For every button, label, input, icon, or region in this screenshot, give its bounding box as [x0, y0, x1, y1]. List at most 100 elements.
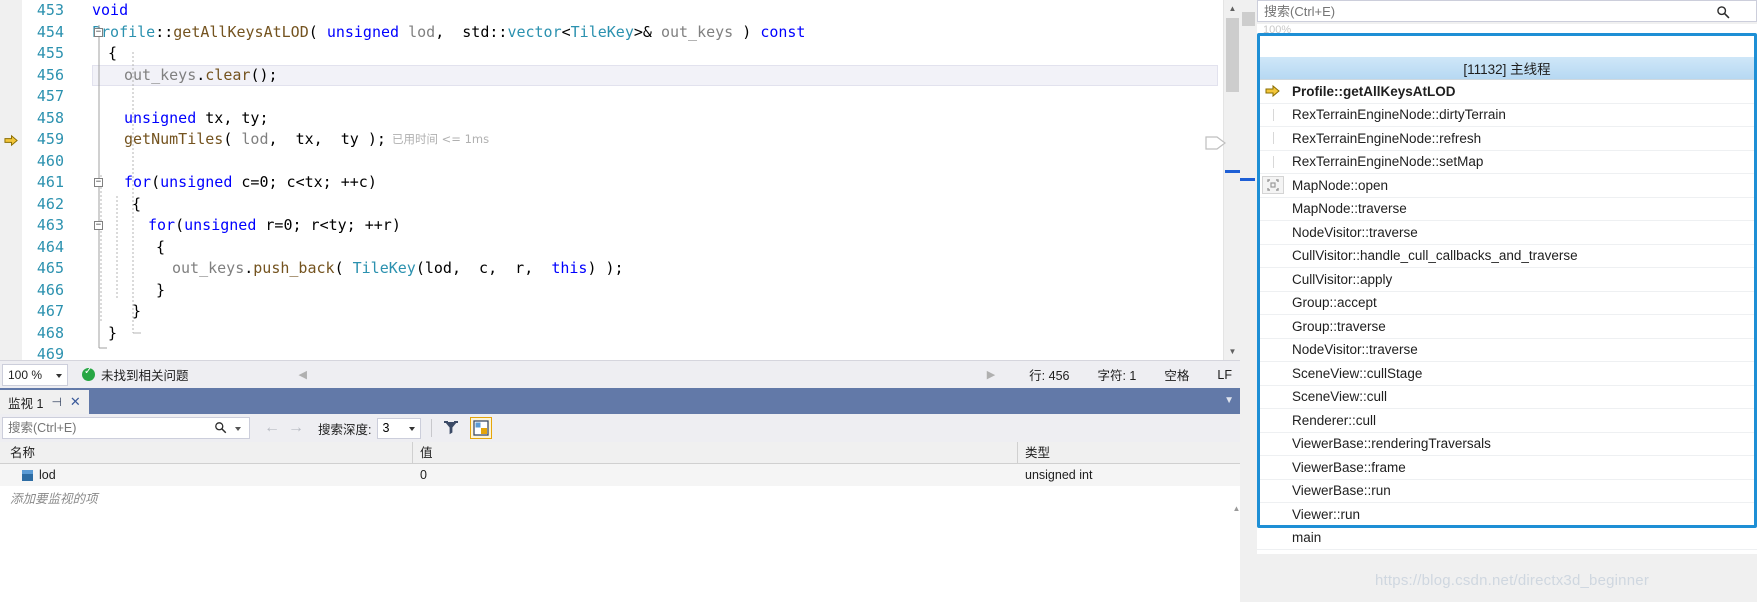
code-line[interactable]: 461 for(unsigned c=0; c<tx; ++c) [0, 172, 1240, 194]
frame-gutter-spacer [1273, 438, 1274, 450]
code-line[interactable]: 469 [0, 344, 1240, 360]
code-line[interactable]: 467} [0, 301, 1240, 323]
fold-toggle-461[interactable]: − [94, 178, 103, 187]
scroll-up-arrow-icon[interactable]: ▲ [1224, 0, 1240, 17]
code-editor-pane[interactable]: 453 void 454 Profile::getAllKeysAtLOD( unsi… [0, 0, 1240, 360]
frame-expand-icon[interactable] [1262, 176, 1284, 195]
chevron-down-icon[interactable] [235, 427, 241, 431]
callstack-frame[interactable]: CullVisitor::handle_cull_callbacks_and_t… [1257, 245, 1757, 268]
code-line[interactable]: 462 { [0, 194, 1240, 216]
callstack-frame[interactable]: RexTerrainEngineNode::refresh [1257, 127, 1757, 151]
callstack-outer-scrollbar[interactable] [1240, 0, 1257, 602]
callstack-frame[interactable]: CullVisitor::apply [1257, 268, 1757, 292]
column-header-value[interactable]: 值 [413, 441, 1018, 464]
code-line[interactable]: 454 Profile::getAllKeysAtLOD( unsigned lo… [0, 22, 1240, 44]
frame-tick-icon [1272, 155, 1274, 168]
fold-toggle-463[interactable]: − [94, 221, 103, 230]
callstack-frame[interactable]: NodeVisitor::traverse [1257, 339, 1757, 362]
callstack-frame[interactable]: Viewer::run [1257, 503, 1757, 527]
callstack-frame[interactable]: MapNode::open [1257, 174, 1757, 198]
watch-search-box[interactable] [2, 417, 250, 439]
callstack-frame[interactable]: ViewerBase::renderingTraversals [1257, 433, 1757, 456]
code-line[interactable]: 458 unsigned tx, ty; [0, 108, 1240, 130]
line-number: 456 [36, 65, 64, 84]
frame-gutter-spacer [1273, 250, 1274, 262]
watch-tab-label: 监视 1 [8, 396, 44, 411]
callstack-frame[interactable]: ViewerBase::frame [1257, 456, 1757, 480]
triangle-left-icon[interactable]: ◀ [299, 368, 307, 381]
watch-type-cell: unsigned int [1025, 468, 1093, 482]
editor-scroll-thumb[interactable] [1226, 18, 1239, 92]
pin-icon[interactable]: ⊣ [51, 395, 61, 409]
code-line[interactable]: 459 getNumTiles( lod, tx, ty ); 已用时间 <= 1m… [0, 129, 1240, 151]
callstack-frame[interactable]: ViewerBase::run [1257, 480, 1757, 503]
frame-label: Group::accept [1292, 295, 1377, 311]
code-line[interactable]: 468} [0, 323, 1240, 345]
table-row[interactable]: lod 0 unsigned int [0, 464, 1240, 486]
watch-titlebar: 监视 1 ⊣ ✕ ▼ [0, 388, 1240, 414]
tab-watch-1[interactable]: 监视 1 ⊣ ✕ [0, 390, 89, 414]
scroll-down-arrow-icon[interactable]: ▼ [1224, 343, 1240, 360]
frame-label: Renderer::cull [1292, 412, 1377, 428]
frame-gutter [1257, 150, 1289, 174]
callstack-scroll-thumb[interactable] [1242, 12, 1255, 26]
fold-toggle-454[interactable]: − [94, 28, 103, 37]
code-line[interactable]: 456 out_keys.clear(); [0, 64, 1240, 86]
search-depth-dropdown[interactable]: 3 [377, 417, 422, 439]
callstack-frame[interactable]: Group::accept [1257, 292, 1757, 315]
callstack-frame[interactable]: SceneView::cull [1257, 385, 1757, 409]
code-line[interactable]: 460 [0, 151, 1240, 173]
filter-button[interactable] [440, 417, 462, 439]
watch-name-cell[interactable]: lod [0, 468, 413, 482]
triangle-right-icon[interactable]: ▶ [987, 368, 995, 381]
code-line[interactable]: 453 void [0, 0, 1240, 22]
watch-value-cell[interactable]: 0 [413, 468, 1018, 482]
frame-gutter [1257, 221, 1289, 245]
zoom-level-dropdown[interactable]: 100 % [2, 363, 68, 386]
callstack-frames[interactable]: [11132] 主线程 Profile::getAllKeysAtLOD RexTe… [1205, 57, 1757, 550]
problems-status-text: 未找到相关问题 [101, 369, 189, 383]
callstack-frame[interactable]: RexTerrainEngineNode::setMap [1257, 150, 1757, 174]
frame-tick-icon [1272, 132, 1274, 145]
back-arrow-icon[interactable]: ← [264, 419, 280, 437]
callstack-list[interactable]: 100% [11132] 主线程 Profile::getAllKeysAtLOD… [1205, 24, 1757, 554]
frame-label: ViewerBase::frame [1292, 459, 1406, 475]
close-icon[interactable]: ✕ [70, 394, 81, 410]
forward-arrow-icon[interactable]: → [288, 419, 304, 437]
hex-display-button[interactable] [470, 417, 493, 439]
code-line[interactable]: 457 [0, 86, 1240, 108]
watch-add-row[interactable]: 添加要监视的项 [0, 486, 1240, 508]
zoom-percent-label: 100% [1263, 24, 1292, 36]
callstack-frame[interactable]: Renderer::cull [1257, 409, 1757, 433]
line-number: 461 [36, 173, 64, 191]
frame-gutter [1257, 385, 1289, 409]
zoom-level-value: 100 % [8, 367, 43, 382]
line-number: 459 [36, 130, 64, 148]
callstack-thread-header: [11132] 主线程 [1257, 57, 1757, 80]
code-line[interactable]: 464 { [0, 237, 1240, 259]
callstack-frame[interactable]: Group::traverse [1257, 315, 1757, 339]
callstack-frame[interactable]: Profile::getAllKeysAtLOD [1257, 80, 1757, 104]
code-lines-container[interactable]: 453 void 454 Profile::getAllKeysAtLOD( unsi… [0, 0, 1240, 360]
watch-grid[interactable]: 名称 值 类型 lod 0 unsigned int 添加要监视的项 [0, 441, 1240, 602]
column-header-name[interactable]: 名称 [0, 441, 413, 464]
code-text: } [132, 302, 142, 320]
callstack-frame[interactable]: RexTerrainEngineNode::dirtyTerrain [1257, 104, 1757, 127]
code-line[interactable]: 465 out_keys.push_back( TileKey(lod, c, r… [0, 258, 1240, 280]
code-line[interactable]: 455 { [0, 43, 1240, 65]
callstack-search-box[interactable] [1257, 0, 1757, 22]
callstack-frame[interactable]: SceneView::cullStage [1257, 362, 1757, 386]
search-input[interactable] [1264, 3, 1684, 19]
code-line[interactable]: 463 for(unsigned r=0; r<ty; ++r) [0, 215, 1240, 237]
watch-rows[interactable]: lod 0 unsigned int [0, 464, 1240, 486]
frame-tick-icon [1272, 108, 1274, 121]
chevron-down-icon[interactable]: ▼ [1224, 395, 1234, 406]
column-header-type[interactable]: 类型 [1018, 442, 1240, 464]
editor-vertical-scrollbar[interactable]: ▲ ▼ [1223, 0, 1240, 360]
search-input[interactable] [8, 421, 198, 435]
callstack-frame[interactable]: NodeVisitor::traverse [1257, 221, 1757, 245]
frame-gutter-spacer [1273, 485, 1274, 497]
code-line[interactable]: 466} [0, 280, 1240, 302]
callstack-frame[interactable]: MapNode::traverse [1257, 198, 1757, 221]
callstack-frame[interactable]: main [1257, 527, 1757, 550]
